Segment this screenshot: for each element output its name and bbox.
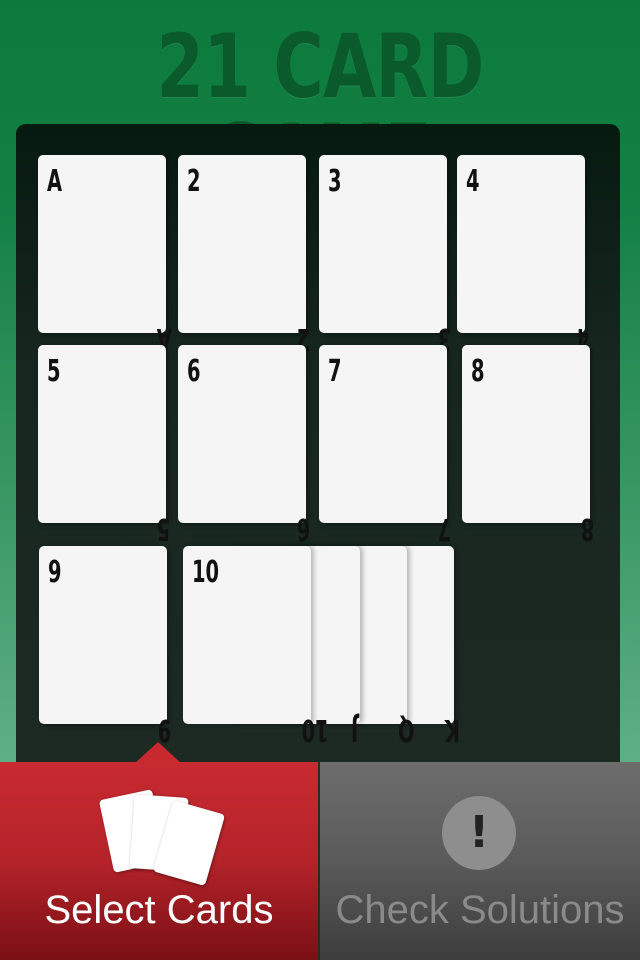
- tab-check-solutions[interactable]: ! Check Solutions: [320, 762, 640, 960]
- card-rank-bottom: Q: [398, 712, 415, 747]
- tab-divider: [318, 762, 320, 960]
- card-rank-top: 2: [187, 164, 201, 199]
- card-rank-top: 9: [48, 555, 62, 590]
- card-ten[interactable]: 10 10: [183, 546, 329, 747]
- card-rank-bottom: 8: [581, 511, 595, 546]
- card-five[interactable]: 5 5: [38, 345, 171, 546]
- game-title: 21 CARD GAME: [156, 15, 484, 202]
- tab-check-solutions-label: Check Solutions: [335, 888, 625, 932]
- tab-select-cards[interactable]: Select Cards: [0, 762, 318, 960]
- card-four[interactable]: 4 4: [457, 155, 590, 356]
- card-rank-bottom: 6: [297, 511, 311, 546]
- active-tab-pointer: [134, 742, 182, 764]
- card-rank-top: 3: [328, 164, 342, 199]
- card-two[interactable]: 2 2: [178, 155, 311, 356]
- card-eight[interactable]: 8 8: [462, 345, 595, 546]
- card-rank-top: 4: [466, 164, 480, 199]
- card-nine[interactable]: 9 9: [39, 546, 172, 747]
- card-three[interactable]: 3 3: [319, 155, 452, 356]
- card-rank-bottom: 7: [438, 511, 452, 546]
- tab-bar: Select Cards ! Check Solutions: [0, 762, 640, 960]
- card-rank-bottom: 9: [158, 712, 172, 747]
- card-rank-bottom: 10: [302, 712, 330, 747]
- card-rank-top: A: [47, 164, 63, 199]
- card-ace[interactable]: A A: [38, 155, 172, 356]
- card-rank-top: 6: [187, 354, 201, 389]
- exclamation-icon: !: [442, 796, 516, 870]
- card-board: A A 2 2 3 3 4 4 5 5 6 6 7 7 8 8 9 9 K Q …: [16, 124, 620, 804]
- card-rank-top: 10: [192, 555, 220, 590]
- card-rank-bottom: 5: [157, 511, 171, 546]
- tab-select-cards-label: Select Cards: [44, 888, 274, 932]
- card-rank-bottom: J: [351, 712, 359, 747]
- card-six[interactable]: 6 6: [178, 345, 311, 546]
- card-rank-top: 8: [471, 354, 485, 389]
- card-rank-top: 7: [328, 354, 342, 389]
- card-rank-bottom: K: [445, 712, 461, 747]
- card-seven[interactable]: 7 7: [319, 345, 452, 546]
- card-rank-top: 5: [47, 354, 61, 389]
